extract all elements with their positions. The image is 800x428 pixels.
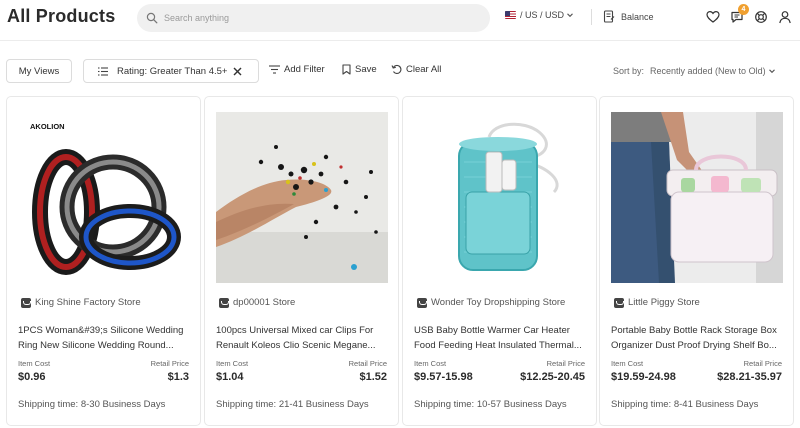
clear-all-label: Clear All (406, 64, 442, 75)
locale-selector[interactable]: / US / USD (505, 10, 574, 20)
item-cost-value: $9.57-15.98 (414, 371, 473, 383)
item-cost-value: $19.59-24.98 (611, 371, 676, 383)
store-name[interactable]: Little Piggy Store (614, 297, 700, 308)
store-bag-icon (614, 297, 624, 308)
item-cost-label: Item Cost (18, 359, 51, 368)
sort-selector[interactable]: Sort by: Recently added (New to Old) (613, 66, 776, 76)
balance-label: Balance (621, 11, 654, 22)
filter-chip-label: Rating: Greater Than 4.5+ (117, 65, 228, 77)
product-title[interactable]: 100pcs Universal Mixed car Clips For Ren… (216, 323, 389, 353)
clear-all-button[interactable]: Clear All (391, 64, 441, 75)
item-cost-label: Item Cost (611, 359, 644, 368)
filter-icon (269, 65, 280, 74)
search-bar[interactable] (137, 4, 490, 32)
save-button[interactable]: Save (342, 64, 377, 75)
product-title[interactable]: Portable Baby Bottle Rack Storage Box Or… (611, 323, 784, 353)
search-input[interactable] (164, 13, 464, 23)
store-label: Little Piggy Store (628, 297, 700, 308)
chevron-down-icon (768, 69, 775, 74)
product-title[interactable]: 1PCS Woman&#39;s Silicone Wedding Ring N… (18, 323, 191, 353)
shipping-time: Shipping time: 8-41 Business Days (611, 399, 759, 410)
product-image[interactable]: AKOLION (18, 112, 190, 283)
bookmark-icon (342, 64, 351, 75)
store-label: King Shine Factory Store (35, 297, 141, 308)
store-bag-icon (219, 297, 229, 308)
product-image[interactable] (611, 112, 783, 283)
retail-price-value: $1.3 (167, 371, 189, 383)
us-flag-icon (505, 11, 516, 19)
sort-value: Recently added (New to Old) (650, 66, 766, 76)
item-cost-label: Item Cost (216, 359, 249, 368)
list-icon (98, 66, 108, 76)
product-card[interactable]: Wonder Toy Dropshipping Store USB Baby B… (402, 96, 597, 426)
close-icon[interactable] (233, 67, 242, 76)
shipping-time: Shipping time: 8-30 Business Days (18, 399, 166, 410)
retail-price-label: Retail Price (150, 359, 189, 368)
store-label: dp00001 Store (233, 297, 296, 308)
chevron-down-icon (567, 13, 573, 18)
sort-label: Sort by: (613, 66, 645, 76)
store-label: Wonder Toy Dropshipping Store (431, 297, 566, 308)
wallet-note-icon (603, 10, 615, 23)
notification-badge: 4 (738, 4, 749, 15)
shipping-time: Shipping time: 10-57 Business Days (414, 399, 567, 410)
item-cost-value: $0.96 (18, 371, 46, 383)
my-views-button[interactable]: My Views (6, 59, 72, 83)
heart-icon[interactable] (706, 10, 720, 24)
retail-price-label: Retail Price (743, 359, 782, 368)
store-name[interactable]: Wonder Toy Dropshipping Store (417, 297, 565, 308)
shipping-time: Shipping time: 21-41 Business Days (216, 399, 369, 410)
balance-button[interactable]: Balance (603, 10, 654, 23)
item-cost-value: $1.04 (216, 371, 244, 383)
header-divider-line (0, 40, 800, 41)
add-filter-label: Add Filter (284, 64, 325, 75)
product-image[interactable] (414, 112, 586, 283)
header-divider (591, 9, 592, 25)
akolion-brand-logo: AKOLION (30, 122, 65, 131)
store-bag-icon (21, 297, 31, 308)
product-image[interactable] (216, 112, 388, 283)
store-name[interactable]: dp00001 Store (219, 297, 295, 308)
locale-label: / US / USD (520, 10, 565, 20)
save-label: Save (355, 64, 377, 75)
search-icon (146, 12, 158, 24)
product-card[interactable]: dp00001 Store 100pcs Universal Mixed car… (204, 96, 399, 426)
user-icon[interactable] (778, 10, 792, 24)
retail-price-value: $28.21-35.97 (717, 371, 782, 383)
add-filter-button[interactable]: Add Filter (269, 64, 325, 75)
store-bag-icon (417, 297, 427, 308)
page-title: All Products (7, 6, 116, 26)
retail-price-value: $1.52 (359, 371, 387, 383)
retail-price-value: $12.25-20.45 (520, 371, 585, 383)
top-header: All Products / US / USD Balance 4 (0, 0, 800, 36)
reset-icon (391, 64, 402, 74)
retail-price-label: Retail Price (348, 359, 387, 368)
product-card[interactable]: AKOLION King Shine Factory Store 1PCS Wo… (6, 96, 201, 426)
product-card[interactable]: Little Piggy Store Portable Baby Bottle … (599, 96, 794, 426)
item-cost-label: Item Cost (414, 359, 447, 368)
rating-filter-chip[interactable]: Rating: Greater Than 4.5+ (83, 59, 259, 83)
retail-price-label: Retail Price (546, 359, 585, 368)
support-lifebuoy-icon[interactable] (754, 10, 768, 24)
product-title[interactable]: USB Baby Bottle Warmer Car Heater Food F… (414, 323, 587, 353)
store-name[interactable]: King Shine Factory Store (21, 297, 141, 308)
